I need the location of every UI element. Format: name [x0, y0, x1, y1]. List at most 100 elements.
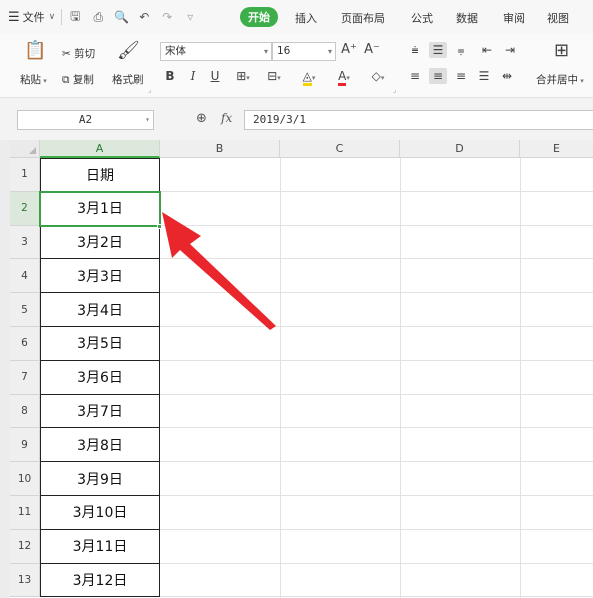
- clear-format-button[interactable]: ◇▾: [366, 68, 390, 86]
- name-box-value: A2: [78, 113, 93, 126]
- font-name-value: 宋体: [165, 45, 186, 57]
- cell-a[interactable]: 3月2日: [40, 225, 160, 260]
- cut-button[interactable]: ✂ 剪切: [62, 46, 95, 61]
- column-header-d[interactable]: D: [400, 140, 520, 158]
- zoom-icon[interactable]: ⊕: [196, 111, 207, 126]
- clipboard-launcher-icon[interactable]: ⌟: [148, 86, 151, 94]
- row-header[interactable]: 10: [10, 462, 40, 496]
- row-header[interactable]: 13: [10, 563, 40, 598]
- row-header[interactable]: 2: [10, 191, 40, 226]
- hamburger-icon: ☰: [8, 9, 20, 25]
- merge-center-button[interactable]: 合并居中 ▾: [536, 72, 584, 87]
- copy-label: 复制: [72, 74, 94, 86]
- tab-formulas[interactable]: 公式: [411, 10, 433, 26]
- column-header-e[interactable]: E: [520, 140, 593, 158]
- tab-page-layout[interactable]: 页面布局: [341, 10, 385, 26]
- row-header[interactable]: 1: [10, 158, 40, 192]
- formula-input[interactable]: 2019/3/1: [244, 110, 593, 130]
- chevron-down-icon: ▾: [277, 74, 281, 82]
- gridline: [160, 596, 593, 598]
- tab-data[interactable]: 数据: [456, 10, 478, 26]
- cell-a[interactable]: 3月1日: [40, 191, 160, 226]
- paste-button[interactable]: 粘贴 ▾: [20, 72, 47, 87]
- tab-review[interactable]: 审阅: [503, 10, 525, 26]
- cell-a[interactable]: 3月7日: [40, 394, 160, 429]
- align-bottom-icon[interactable]: ⩦: [452, 42, 470, 58]
- cell-a[interactable]: 3月3日: [40, 259, 160, 294]
- row-header[interactable]: 7: [10, 360, 40, 395]
- shrink-font-icon[interactable]: A⁻: [364, 42, 380, 58]
- bold-button[interactable]: B: [163, 68, 177, 84]
- name-box[interactable]: A2 ▾: [17, 110, 154, 130]
- cell-a[interactable]: 3月12日: [40, 563, 160, 598]
- file-menu-label: 文件: [22, 11, 45, 24]
- gridline: [160, 495, 593, 496]
- copy-button[interactable]: ⧉ 复制: [62, 72, 94, 87]
- tab-insert[interactable]: 插入: [295, 10, 317, 26]
- align-right-icon[interactable]: ≡: [452, 68, 470, 84]
- fill-handle[interactable]: [157, 224, 162, 229]
- chevron-down-icon: ▾: [145, 115, 150, 124]
- format-painter-button[interactable]: 格式刷: [112, 72, 144, 87]
- merge-center-icon[interactable]: ⊞: [554, 40, 569, 61]
- cell-a[interactable]: 3月11日: [40, 529, 160, 564]
- paste-icon[interactable]: 📋: [24, 40, 46, 61]
- cell-a[interactable]: 3月10日: [40, 496, 160, 530]
- row-header[interactable]: 3: [10, 225, 40, 260]
- column-header-a[interactable]: A: [40, 140, 160, 158]
- row-header[interactable]: 6: [10, 327, 40, 361]
- paint-bucket-icon: ◬: [302, 69, 312, 86]
- save-icon[interactable]: 🖫: [68, 7, 82, 28]
- cell-a[interactable]: 3月4日: [40, 293, 160, 327]
- row-header[interactable]: 9: [10, 428, 40, 463]
- align-left-icon[interactable]: ≡: [406, 68, 424, 84]
- grow-font-icon[interactable]: A⁺: [341, 42, 357, 58]
- fx-icon[interactable]: fx: [221, 111, 232, 125]
- redo-icon[interactable]: ↷: [160, 10, 174, 24]
- copy-icon: ⧉: [62, 74, 73, 86]
- row-header[interactable]: 5: [10, 293, 40, 327]
- row-header[interactable]: 11: [10, 496, 40, 530]
- cell-a[interactable]: 日期: [40, 158, 160, 192]
- align-top-icon[interactable]: ⩧: [406, 42, 424, 58]
- font-size-value: 16: [277, 45, 291, 57]
- row-header[interactable]: 12: [10, 529, 40, 564]
- font-size-select[interactable]: 16 ▾: [272, 42, 336, 61]
- align-center-icon[interactable]: ≡: [429, 68, 447, 84]
- italic-button[interactable]: I: [186, 68, 200, 84]
- borders-button[interactable]: ⊞▾: [232, 68, 254, 86]
- cell-style-icon: ⊟: [267, 69, 278, 83]
- justify-icon[interactable]: ☰: [475, 68, 493, 84]
- underline-button[interactable]: U: [208, 68, 222, 84]
- font-color-button[interactable]: A▾: [332, 68, 356, 86]
- cell-a[interactable]: 3月8日: [40, 428, 160, 463]
- row-header[interactable]: 8: [10, 394, 40, 429]
- cell-a[interactable]: 3月6日: [40, 360, 160, 395]
- undo-icon[interactable]: ↶: [137, 10, 151, 24]
- gridline: [160, 461, 593, 463]
- select-all-corner[interactable]: [10, 140, 40, 158]
- gridline: [160, 393, 593, 395]
- gridline: [160, 427, 593, 429]
- increase-indent-icon[interactable]: ⇥: [501, 42, 519, 58]
- cell-a[interactable]: 3月5日: [40, 327, 160, 361]
- font-launcher-icon[interactable]: ⌟: [393, 86, 396, 94]
- print-preview-icon[interactable]: 🔍: [114, 10, 129, 24]
- distribute-icon[interactable]: ⇹: [498, 68, 516, 84]
- column-header-c[interactable]: C: [280, 140, 400, 158]
- font-name-select[interactable]: 宋体 ▾: [160, 42, 272, 61]
- gridline: [160, 326, 593, 327]
- customize-toolbar-icon[interactable]: ▿: [183, 10, 197, 24]
- file-menu[interactable]: ☰ 文件 ∨: [0, 0, 55, 34]
- row-header[interactable]: 4: [10, 259, 40, 294]
- tab-view[interactable]: 视图: [547, 10, 569, 26]
- print-icon[interactable]: ⎙: [91, 10, 105, 25]
- align-middle-icon[interactable]: ☰: [429, 42, 447, 58]
- format-painter-icon[interactable]: 🖌: [117, 40, 140, 61]
- tab-home[interactable]: 开始: [240, 7, 278, 27]
- cell-a[interactable]: 3月9日: [40, 462, 160, 496]
- column-header-b[interactable]: B: [160, 140, 280, 158]
- cell-style-button[interactable]: ⊟▾: [263, 68, 285, 86]
- fill-color-button[interactable]: ◬▾: [297, 68, 321, 86]
- decrease-indent-icon[interactable]: ⇤: [478, 42, 496, 58]
